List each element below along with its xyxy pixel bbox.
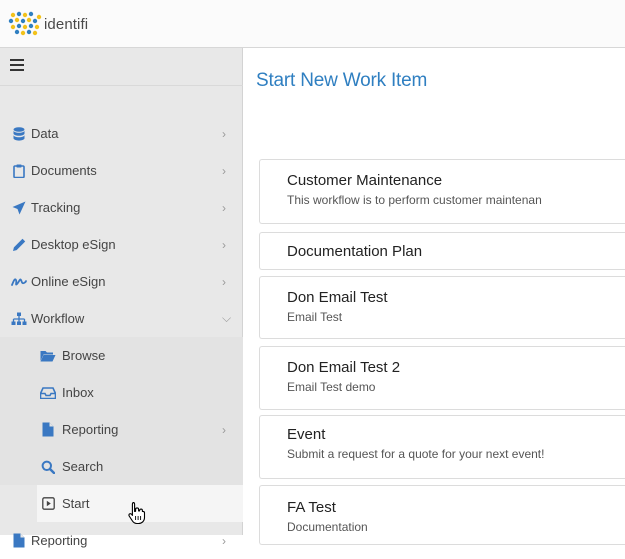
sidebar-item-label: Workflow [31,311,85,326]
sidebar-item-reporting[interactable]: Reporting › [0,522,243,559]
main-content: Start New Work Item Customer Maintenance… [243,48,625,545]
hand-pointer-icon [128,501,146,525]
sidebar-item-label: Inbox [62,385,94,400]
work-item-card[interactable]: FA Test Documentation [259,485,625,545]
chevron-right-icon: › [222,237,226,252]
work-item-card[interactable]: Don Email Test Email Test [259,276,625,339]
sidebar-item-label: Online eSign [31,274,106,289]
sidebar-item-label: Data [31,126,59,141]
work-item-title: Customer Maintenance [287,172,443,189]
chevron-right-icon: › [222,200,226,215]
pen-icon [11,237,27,253]
work-item-description: Documentation [287,520,368,534]
work-item-description: Email Test demo [287,380,376,394]
work-item-description: This workflow is to perform customer mai… [287,193,542,207]
sitemap-icon [11,311,27,327]
sidebar-header [0,48,243,86]
sidebar-item-label: Reporting [31,533,88,548]
sidebar-item-label: Reporting [62,422,119,437]
work-item-card[interactable]: Don Email Test 2 Email Test demo [259,346,625,410]
sidebar-subitem-reporting[interactable]: Reporting › [0,411,243,448]
file-icon [40,422,56,438]
send-icon [11,200,27,216]
sidebar-subitem-search[interactable]: Search [0,448,243,485]
chevron-down-icon: ⌵ [222,311,232,325]
inbox-icon [40,385,56,401]
sidebar-item-label: Documents [31,163,97,178]
work-item-title: Don Email Test 2 [287,359,401,376]
chevron-right-icon: › [222,274,226,289]
identifi-logo-icon [8,11,42,36]
page-title: Start New Work Item [256,70,428,91]
search-icon [40,459,56,475]
work-item-card[interactable]: Customer Maintenance This workflow is to… [259,159,625,224]
hamburger-icon[interactable] [10,59,24,71]
database-icon [11,126,27,142]
sidebar-item-workflow[interactable]: Workflow ⌵ [0,300,243,337]
top-bar: identifi [0,0,625,48]
signature-icon [11,274,27,290]
work-item-card[interactable]: Documentation Plan [259,232,625,270]
clipboard-icon [11,163,27,179]
sidebar: Data › Documents › Tracking › Desktop eS… [0,48,243,548]
work-item-title: Documentation Plan [287,243,423,260]
work-item-title: Event [287,426,326,443]
sidebar-item-label: Desktop eSign [31,237,116,252]
sidebar-item-documents[interactable]: Documents › [0,152,243,189]
work-item-title: FA Test [287,499,336,516]
sidebar-item-label: Tracking [31,200,81,215]
work-item-title: Don Email Test [287,289,388,306]
chevron-right-icon: › [222,422,226,437]
sidebar-item-label: Browse [62,348,106,363]
chevron-right-icon: › [222,126,226,141]
sidebar-subitem-browse[interactable]: Browse [0,337,243,374]
sidebar-item-label: Start [62,496,90,511]
app-logo[interactable]: identifi [8,11,88,37]
sidebar-subitem-inbox[interactable]: Inbox [0,374,243,411]
sidebar-item-online-esign[interactable]: Online eSign › [0,263,243,300]
sidebar-subitem-start[interactable]: Start [0,485,243,522]
chevron-right-icon: › [222,163,226,178]
work-item-card[interactable]: Event Submit a request for a quote for y… [259,415,625,479]
sidebar-item-data[interactable]: Data › [0,115,243,152]
logo-text: identifi [44,15,89,33]
chevron-right-icon: › [222,533,226,548]
work-item-description: Submit a request for a quote for your ne… [287,447,545,461]
play-square-icon [40,496,56,512]
sidebar-item-desktop-esign[interactable]: Desktop eSign › [0,226,243,263]
work-item-description: Email Test [287,310,343,324]
folder-open-icon [40,348,56,364]
sidebar-item-label: Search [62,459,104,474]
sidebar-item-tracking[interactable]: Tracking › [0,189,243,226]
